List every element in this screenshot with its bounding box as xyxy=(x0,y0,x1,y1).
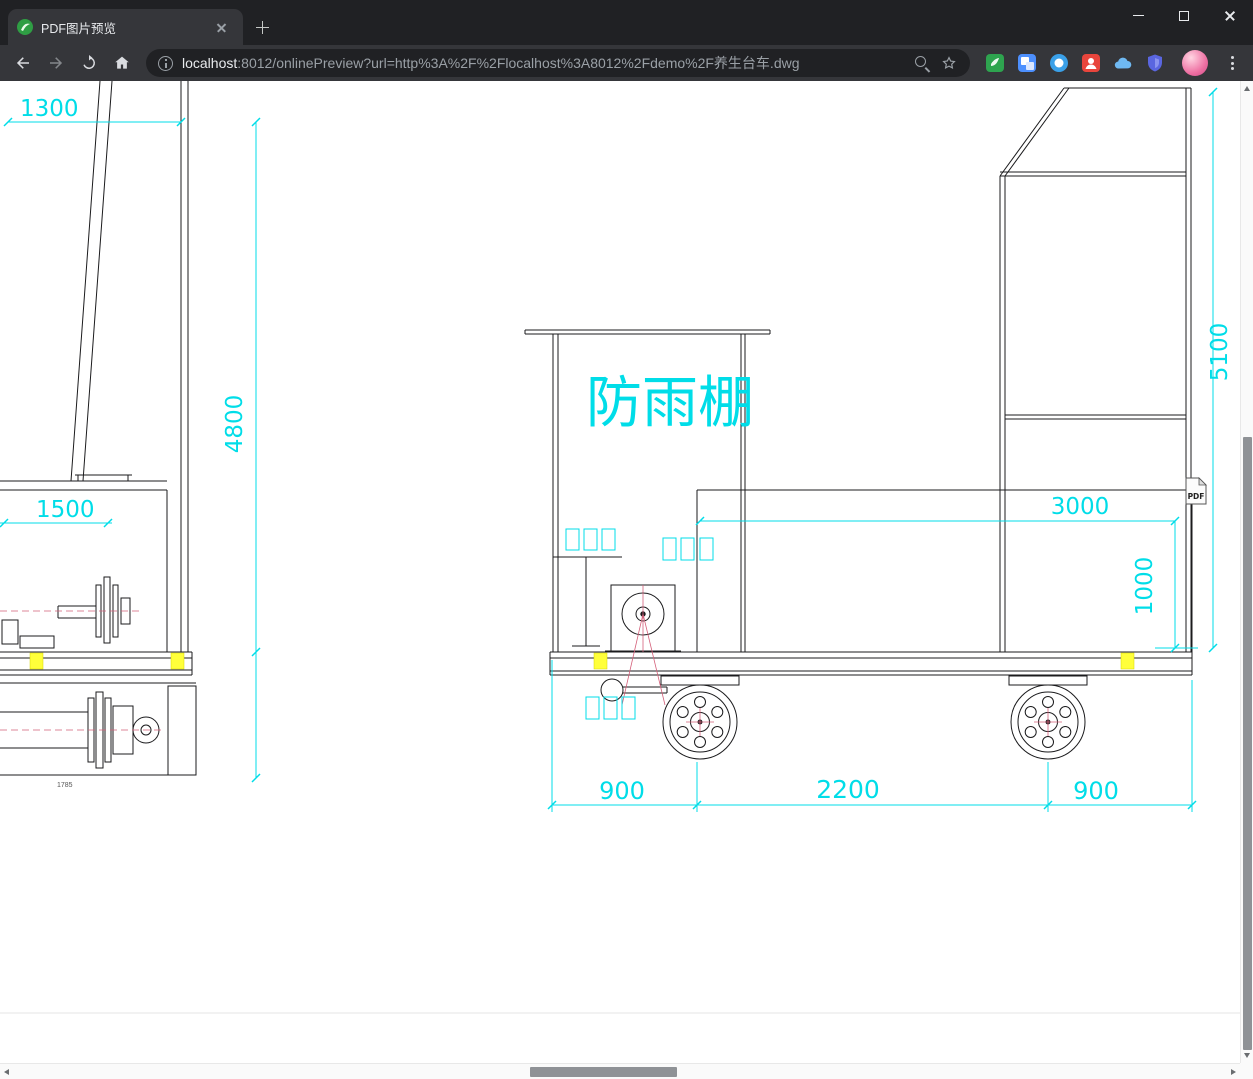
tab-title: PDF图片预览 xyxy=(41,21,117,36)
horizontal-scrollbar-thumb[interactable] xyxy=(530,1067,677,1077)
url-text: localhost:8012/onlinePreview?url=http%3A… xyxy=(182,53,905,73)
browser-window: PDF图片预览 localhost:8012/onlinePreview?url… xyxy=(0,0,1253,1079)
cad-drawing: 1300 4800 1500 1785 防雨棚 3000 1000 5100 9… xyxy=(0,81,1240,1014)
tab-close-icon[interactable] xyxy=(208,14,234,40)
extension-translate-icon[interactable] xyxy=(1017,53,1037,73)
extensions-area xyxy=(985,53,1165,73)
dim-label-4800: 4800 xyxy=(222,395,248,454)
dim-label-1785: 1785 xyxy=(57,782,73,789)
dim-label-900-left: 900 xyxy=(599,777,645,805)
browser-menu-button[interactable] xyxy=(1219,50,1245,76)
vertical-scrollbar-thumb[interactable] xyxy=(1243,437,1252,1050)
page-content: 1300 4800 1500 1785 防雨棚 3000 1000 5100 9… xyxy=(0,81,1240,1063)
extension-green-icon[interactable] xyxy=(985,53,1005,73)
back-button[interactable] xyxy=(8,48,38,78)
home-icon xyxy=(115,56,129,69)
url-input[interactable]: localhost:8012/onlinePreview?url=http%3A… xyxy=(146,49,970,77)
tab-pdf-preview[interactable]: PDF图片预览 xyxy=(8,9,243,45)
center-view-dimensions: 防雨棚 3000 1000 5100 900 2200 900 xyxy=(547,87,1233,812)
back-icon xyxy=(16,57,29,69)
profile-avatar[interactable] xyxy=(1182,50,1208,76)
scroll-left-icon[interactable] xyxy=(4,1069,9,1075)
left-view-structure xyxy=(0,81,197,776)
pdf-file-icon[interactable]: PDF xyxy=(1185,477,1207,505)
dim-label-2200: 2200 xyxy=(816,775,880,804)
minimize-icon xyxy=(1132,14,1144,17)
new-tab-button[interactable] xyxy=(249,14,275,40)
reload-icon xyxy=(83,54,95,69)
tab-strip: PDF图片预览 xyxy=(0,0,1253,45)
extension-blue-circle-icon[interactable] xyxy=(1049,53,1069,73)
home-button[interactable] xyxy=(107,48,137,78)
window-minimize-button[interactable] xyxy=(1115,0,1161,31)
dim-label-1000: 1000 xyxy=(1132,557,1158,616)
dim-label-1500: 1500 xyxy=(36,497,95,523)
scroll-up-icon[interactable] xyxy=(1244,86,1250,91)
maximize-icon xyxy=(1179,10,1189,21)
url-path: :8012/onlinePreview?url=http%3A%2F%2Floc… xyxy=(237,55,800,71)
dim-label-1300: 1300 xyxy=(20,96,79,122)
close-icon xyxy=(216,22,227,33)
left-view-highlights xyxy=(29,652,185,670)
dim-label-5100: 5100 xyxy=(1207,323,1233,382)
bookmark-star-icon[interactable] xyxy=(940,54,958,72)
page-info-icon[interactable] xyxy=(158,55,173,71)
scrollbar-corner xyxy=(1240,1063,1253,1079)
reload-button[interactable] xyxy=(74,48,104,78)
window-close-button[interactable] xyxy=(1207,0,1253,31)
extension-red-icon[interactable] xyxy=(1081,53,1101,73)
dim-label-3000: 3000 xyxy=(1051,494,1110,520)
left-view-dimensions: 1300 4800 1500 1785 xyxy=(0,96,261,789)
zoom-icon[interactable] xyxy=(914,55,931,72)
center-view-highlights xyxy=(593,652,1135,670)
dim-label-900-right: 900 xyxy=(1073,777,1119,805)
horizontal-scrollbar[interactable] xyxy=(0,1063,1240,1079)
pdf-badge-label: PDF xyxy=(1188,492,1205,501)
shelter-label: 防雨棚 xyxy=(586,371,754,436)
scroll-right-icon[interactable] xyxy=(1231,1069,1236,1075)
close-icon xyxy=(1224,10,1236,22)
extension-cloud-icon[interactable] xyxy=(1113,53,1133,73)
url-host: localhost xyxy=(182,55,238,71)
scroll-down-icon[interactable] xyxy=(1244,1053,1250,1058)
plus-icon xyxy=(255,20,269,34)
forward-button[interactable] xyxy=(41,48,71,78)
window-maximize-button[interactable] xyxy=(1161,0,1207,31)
tab-favicon-icon xyxy=(17,19,33,35)
forward-icon xyxy=(50,57,63,69)
browser-toolbar: localhost:8012/onlinePreview?url=http%3A… xyxy=(0,45,1253,81)
vertical-scrollbar[interactable] xyxy=(1240,81,1253,1063)
window-controls xyxy=(1115,0,1253,31)
extension-shield-icon[interactable] xyxy=(1145,53,1165,73)
